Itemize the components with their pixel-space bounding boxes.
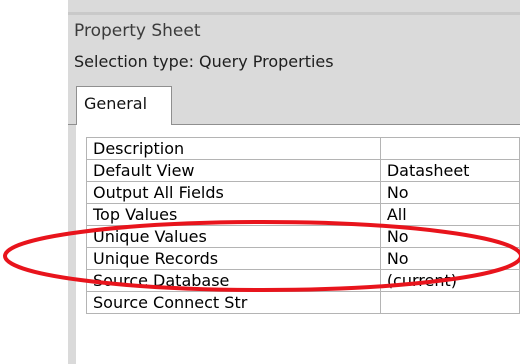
property-name: Output All Fields [86,181,381,204]
property-name: Description [86,137,381,160]
property-name: Unique Records [86,247,381,270]
property-row-source-database[interactable]: Source Database (current) [86,269,520,292]
panel-top-divider [68,12,520,15]
property-row-unique-values[interactable]: Unique Values No [86,225,520,248]
selection-type-label: Selection type: Query Properties [74,52,334,71]
property-row-unique-records[interactable]: Unique Records No [86,247,520,270]
property-name: Top Values [86,203,381,226]
property-sheet-panel: Property Sheet Selection type: Query Pro… [68,0,520,364]
property-name: Source Connect Str [86,291,381,314]
property-row-output-all-fields[interactable]: Output All Fields No [86,181,520,204]
property-row-description[interactable]: Description [86,137,520,160]
property-row-source-connect-str[interactable]: Source Connect Str [86,291,520,314]
property-value[interactable] [379,137,520,160]
property-value[interactable] [379,291,520,314]
tab-general-label: General [84,94,148,113]
property-value[interactable]: No [379,247,520,270]
property-name: Default View [86,159,381,182]
property-value[interactable]: All [379,203,520,226]
property-value[interactable]: Datasheet [379,159,520,182]
property-value[interactable]: No [379,225,520,248]
tab-general[interactable]: General [76,86,172,125]
screenshot-stage: Property Sheet Selection type: Query Pro… [0,0,520,364]
property-value[interactable]: No [379,181,520,204]
property-grid: Description Default View Datasheet Outpu… [86,137,520,314]
property-value[interactable]: (current) [379,269,520,292]
property-name: Source Database [86,269,381,292]
property-grid-area: Description Default View Datasheet Outpu… [76,125,520,364]
property-row-default-view[interactable]: Default View Datasheet [86,159,520,182]
property-row-top-values[interactable]: Top Values All [86,203,520,226]
property-name: Unique Values [86,225,381,248]
property-sheet-title: Property Sheet [74,21,201,41]
